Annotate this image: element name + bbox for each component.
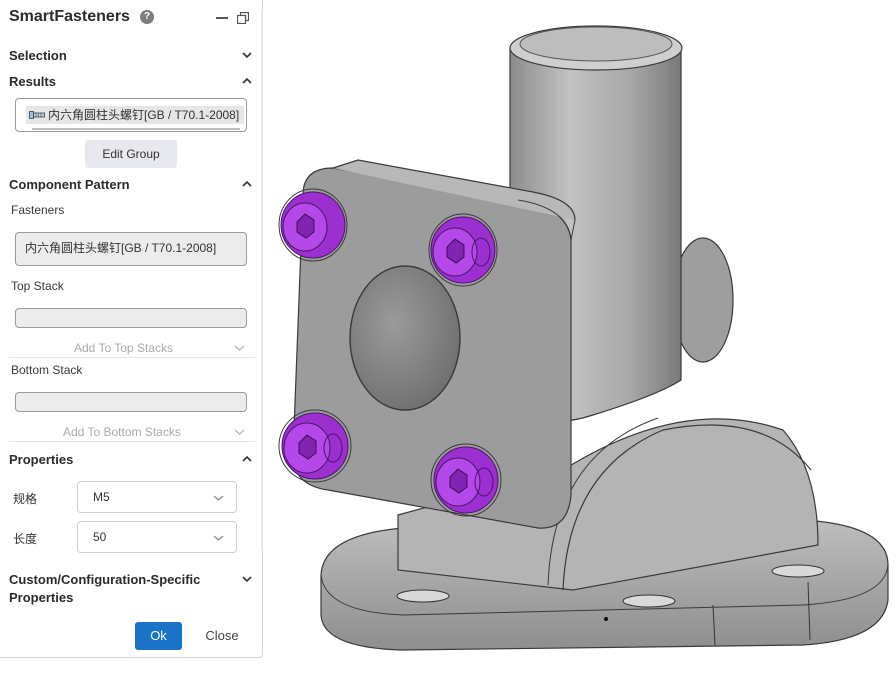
- section-component-pattern-label: Component Pattern: [9, 177, 130, 192]
- close-button[interactable]: Close: [198, 622, 246, 650]
- results-item-label: 内六角圆柱头螺钉[GB / T70.1-2008]: [48, 108, 240, 122]
- minimize-icon[interactable]: [216, 17, 228, 19]
- fastener-3[interactable]: [278, 409, 352, 483]
- section-custom-properties[interactable]: Custom/Configuration-Specific Properties: [9, 571, 219, 607]
- ok-button[interactable]: Ok: [135, 622, 182, 650]
- section-properties[interactable]: Properties: [9, 452, 255, 470]
- section-properties-label: Properties: [9, 452, 74, 467]
- add-to-bottom-stacks-dropdown[interactable]: Add To Bottom Stacks: [63, 425, 181, 439]
- divider: [9, 441, 255, 442]
- spec-select[interactable]: M5: [77, 481, 237, 513]
- chevron-down-icon[interactable]: [234, 428, 245, 436]
- section-selection-label: Selection: [9, 48, 67, 63]
- screw-icon: [29, 111, 45, 119]
- panel-title: SmartFasteners: [9, 8, 130, 25]
- assembly-model: [278, 25, 889, 651]
- section-selection[interactable]: Selection: [9, 48, 255, 66]
- chevron-up-icon[interactable]: [241, 179, 253, 189]
- bottom-stack-field[interactable]: [15, 392, 247, 412]
- panel-titlebar: SmartFasteners ?: [9, 6, 255, 30]
- section-component-pattern[interactable]: Component Pattern: [9, 177, 255, 195]
- top-stack-label: Top Stack: [11, 279, 64, 293]
- chevron-up-icon[interactable]: [241, 454, 253, 464]
- section-results[interactable]: Results: [9, 74, 255, 92]
- bottom-stack-label: Bottom Stack: [11, 363, 83, 377]
- chevron-down-icon[interactable]: [213, 494, 224, 502]
- help-icon[interactable]: ?: [140, 10, 154, 24]
- results-list-item[interactable]: 内六角圆柱头螺钉[GB / T70.1-2008]: [26, 106, 244, 124]
- smartfasteners-panel: SmartFasteners ? Selection Results 内六角圆柱…: [0, 0, 263, 658]
- fasteners-field[interactable]: 内六角圆柱头螺钉[GB / T70.1-2008]: [15, 232, 247, 266]
- length-select-value: 50: [93, 530, 107, 544]
- property-label-length: 长度: [13, 532, 38, 546]
- add-to-top-stacks-dropdown[interactable]: Add To Top Stacks: [74, 341, 173, 355]
- fastener-2[interactable]: [428, 213, 498, 287]
- chevron-down-icon[interactable]: [234, 344, 245, 352]
- model-viewport[interactable]: [263, 0, 896, 698]
- chevron-down-icon[interactable]: [241, 574, 253, 584]
- fastener-4[interactable]: [430, 443, 502, 517]
- chevron-up-icon[interactable]: [241, 76, 253, 86]
- fasteners-label: Fasteners: [11, 203, 65, 217]
- results-list[interactable]: 内六角圆柱头螺钉[GB / T70.1-2008]: [15, 98, 247, 132]
- fastener-1[interactable]: [278, 188, 348, 262]
- results-scrollbar[interactable]: [32, 128, 240, 130]
- section-results-label: Results: [9, 74, 56, 89]
- divider: [9, 357, 255, 358]
- edit-group-button[interactable]: Edit Group: [85, 140, 177, 168]
- restore-icon[interactable]: [237, 12, 249, 24]
- chevron-down-icon[interactable]: [213, 534, 224, 542]
- top-stack-field[interactable]: [15, 308, 247, 328]
- property-label-spec: 规格: [13, 492, 38, 506]
- spec-select-value: M5: [93, 490, 110, 504]
- chevron-down-icon[interactable]: [241, 50, 253, 60]
- length-select[interactable]: 50: [77, 521, 237, 553]
